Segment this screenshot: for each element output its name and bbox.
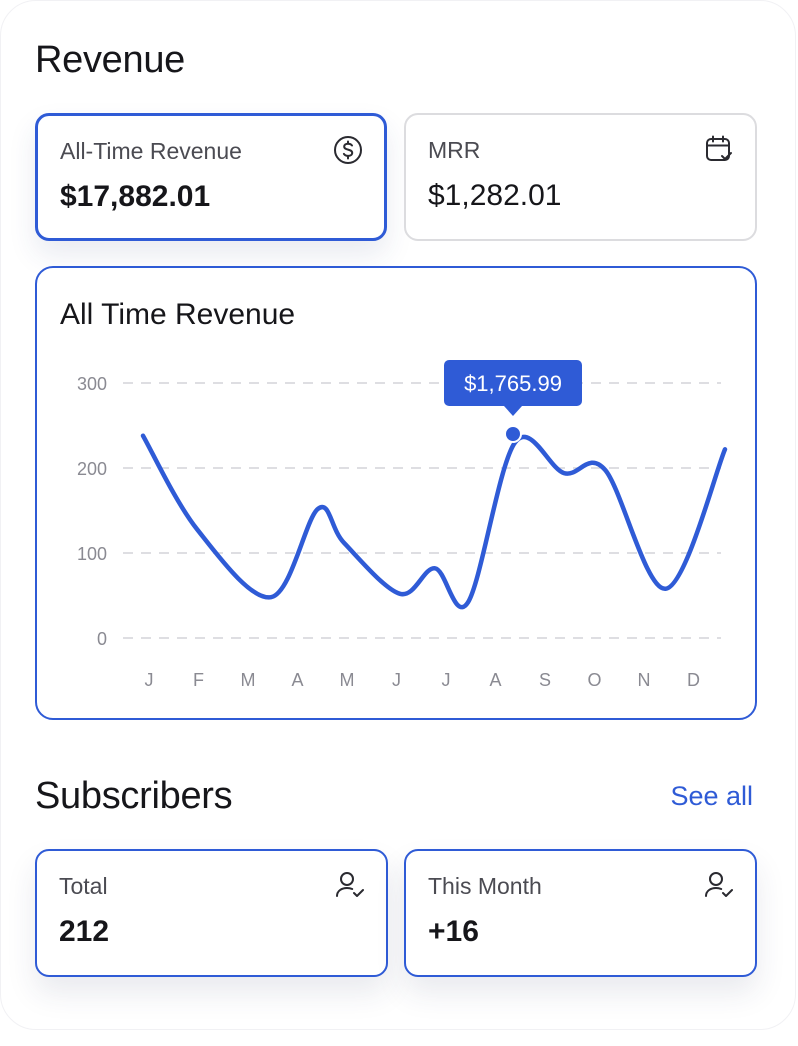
tooltip-label: $1,765.99 (464, 371, 562, 396)
this-month-subscribers-card[interactable]: This Month +16 (404, 849, 757, 977)
x-tick-label: N (638, 670, 651, 690)
user-check-icon (336, 872, 364, 897)
card-value: +16 (428, 915, 479, 948)
y-tick-label: 300 (77, 374, 107, 394)
x-tick-label: J (442, 670, 451, 690)
subscribers-title: Subscribers (35, 775, 233, 817)
x-tick-label: F (193, 670, 204, 690)
revenue-dashboard: Revenue All-Time Revenue $17,882.01 MRR … (0, 0, 796, 1030)
x-tick-label: M (241, 670, 256, 690)
y-tick-label: 100 (77, 544, 107, 564)
card-value: 212 (59, 915, 110, 948)
x-tick-label: A (291, 670, 303, 690)
see-all-link[interactable]: See all (670, 781, 753, 812)
card-label: MRR (428, 137, 481, 163)
x-tick-label: D (687, 670, 700, 690)
x-tick-label: A (489, 670, 501, 690)
calendar-check-icon (706, 135, 732, 161)
x-tick-label: M (340, 670, 355, 690)
x-tick-label: J (145, 670, 154, 690)
total-subscribers-card[interactable]: Total 212 (35, 849, 388, 977)
user-check-icon (705, 872, 733, 897)
x-tick-label: S (539, 670, 551, 690)
card-label: All-Time Revenue (60, 138, 242, 164)
revenue-series-line (140, 433, 728, 610)
revenue-line-chart: 0 100 200 300 J F M A M J J A S O N D $1,765.99 (77, 360, 728, 690)
y-tick-label: 200 (77, 459, 107, 479)
x-tick-label: O (587, 670, 601, 690)
tooltip-pointer (504, 406, 522, 416)
revenue-title: Revenue (35, 39, 186, 81)
highlight-point (504, 425, 522, 443)
card-value: $17,882.01 (60, 180, 211, 213)
mrr-card[interactable]: MRR $1,282.01 (404, 113, 757, 241)
card-label: This Month (428, 873, 542, 899)
y-tick-label: 0 (97, 629, 107, 649)
card-label: Total (59, 873, 108, 899)
card-value: $1,282.01 (428, 179, 562, 212)
revenue-chart-card: All Time Revenue 0 100 200 300 J F M A M J J A S O N D $… (35, 266, 757, 720)
x-tick-label: J (392, 670, 401, 690)
dollar-circle-icon (334, 136, 362, 164)
all-time-revenue-card[interactable]: All-Time Revenue $17,882.01 (35, 113, 387, 241)
